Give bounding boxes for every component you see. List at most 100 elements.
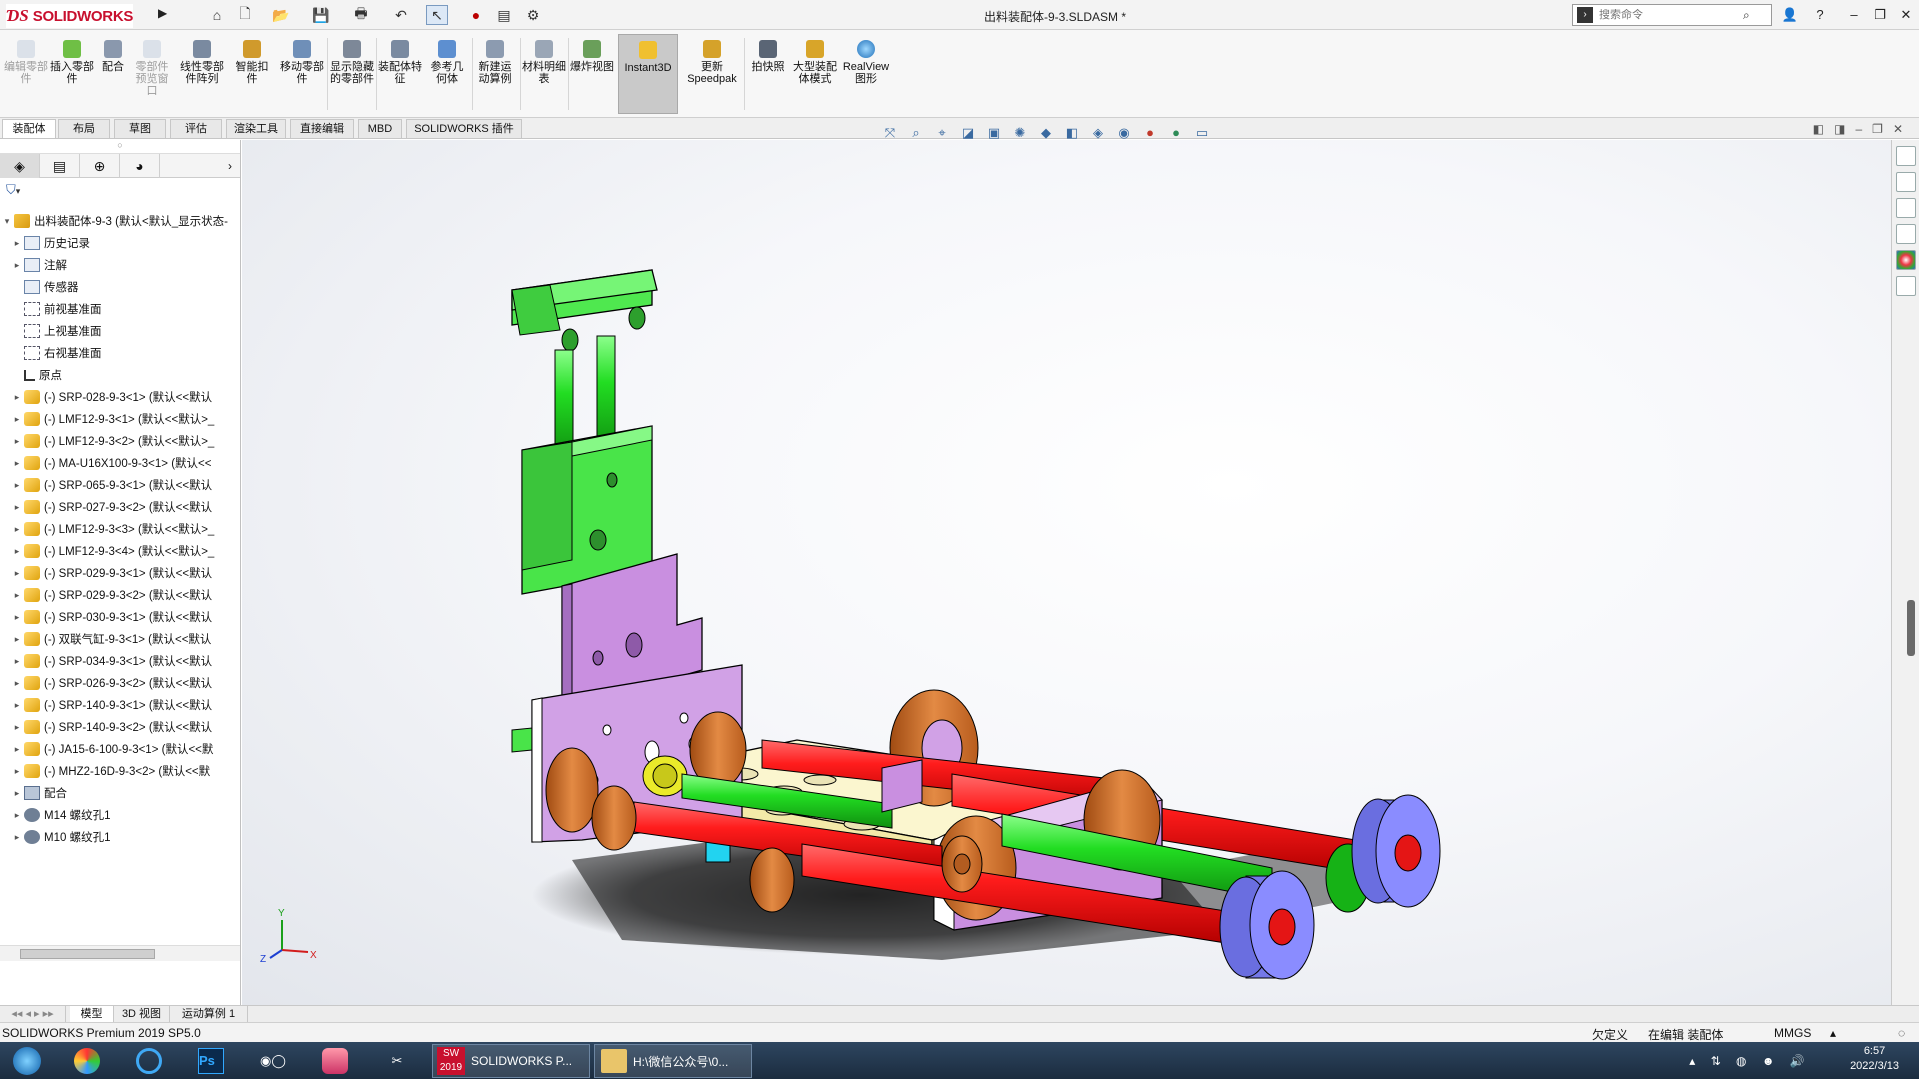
- tree-item-part[interactable]: ▸ (-) SRP-028-9-3<1> (默认<<默认: [0, 386, 240, 408]
- large-assembly-mode-button[interactable]: 大型装配体模式: [792, 34, 838, 114]
- tree-item-part[interactable]: ▸ (-) SRP-030-9-3<1> (默认<<默认: [0, 606, 240, 628]
- restore-icon[interactable]: ❐: [1868, 4, 1892, 26]
- tree-item-hole[interactable]: ▸ M10 螺纹孔1: [0, 826, 240, 848]
- tab-assembly[interactable]: 装配体: [2, 119, 56, 138]
- expand-arrow-icon[interactable]: ▸: [10, 524, 24, 535]
- expand-arrow-icon[interactable]: ▸: [10, 744, 24, 755]
- tree-root-assembly[interactable]: ▾ 出料装配体-9-3 (默认<默认_显示状态-: [0, 210, 240, 232]
- tab-direct-editing[interactable]: 直接编辑: [290, 119, 354, 138]
- tree-item-part[interactable]: ▸ (-) SRP-140-9-3<1> (默认<<默认: [0, 694, 240, 716]
- tab-layout[interactable]: 布局: [58, 119, 110, 138]
- tab-solidworks-addins[interactable]: SOLIDWORKS 插件: [406, 119, 522, 138]
- new-motion-study-button[interactable]: 新建运动算例: [474, 34, 516, 114]
- bill-of-materials-button[interactable]: 材料明细表: [522, 34, 566, 114]
- taskbar-solidworks-app[interactable]: SW 2019 SOLIDWORKS P...: [432, 1044, 590, 1078]
- insert-component-button[interactable]: 插入零部件: [50, 34, 94, 114]
- linear-pattern-button[interactable]: 线性零部件阵列: [176, 34, 228, 114]
- instant3d-button[interactable]: Instant3D: [618, 34, 678, 114]
- mate-button[interactable]: 配合: [96, 34, 130, 114]
- tree-item-part[interactable]: ▸ (-) LMF12-9-3<1> (默认<<默认>_: [0, 408, 240, 430]
- viewport-tile-left-icon[interactable]: ◧: [1813, 122, 1824, 136]
- tab-motion-study[interactable]: 运动算例 1: [170, 1006, 248, 1023]
- expand-arrow-icon[interactable]: ▸: [10, 832, 24, 843]
- search-commands-input[interactable]: [1599, 9, 1739, 21]
- collapse-arrow-icon[interactable]: ▾: [0, 216, 14, 227]
- property-manager-tab-icon[interactable]: ▤: [40, 153, 80, 178]
- exploded-view-button[interactable]: 爆炸视图: [570, 34, 614, 114]
- reference-geometry-button[interactable]: 参考几何体: [426, 34, 468, 114]
- expand-arrow-icon[interactable]: ▸: [10, 590, 24, 601]
- tree-horizontal-scrollbar[interactable]: [0, 945, 240, 961]
- tree-item-part[interactable]: ▸ (-) SRP-029-9-3<1> (默认<<默认: [0, 562, 240, 584]
- panel-splitter-handle[interactable]: ○: [0, 140, 240, 154]
- tree-item-part[interactable]: ▸ (-) MA-U16X100-9-3<1> (默认<<: [0, 452, 240, 474]
- appearances-icon[interactable]: [1895, 250, 1916, 270]
- expand-arrow-icon[interactable]: ▸: [10, 480, 24, 491]
- tab-mbd[interactable]: MBD: [358, 119, 402, 138]
- expand-arrow-icon[interactable]: ▸: [10, 766, 24, 777]
- tree-item-part[interactable]: ▸ (-) LMF12-9-3<2> (默认<<默认>_: [0, 430, 240, 452]
- tree-item-part[interactable]: ▸ (-) SRP-027-9-3<2> (默认<<默认: [0, 496, 240, 518]
- viewport-restore-icon[interactable]: ❐: [1872, 122, 1883, 136]
- expand-arrow-icon[interactable]: ▸: [10, 788, 24, 799]
- tree-item-mate[interactable]: ▸ 配合: [0, 782, 240, 804]
- expand-arrow-icon[interactable]: ▸: [10, 678, 24, 689]
- expand-arrow-icon[interactable]: ▸: [10, 502, 24, 513]
- smart-fasteners-button[interactable]: 智能扣件: [232, 34, 272, 114]
- print-icon[interactable]: 🖶: [348, 5, 374, 25]
- help-icon[interactable]: ?: [1808, 4, 1832, 26]
- tree-item-folder[interactable]: ▸ 注解: [0, 254, 240, 276]
- display-manager-tab-icon[interactable]: ◕: [120, 153, 160, 178]
- search-icon[interactable]: ⌕: [1743, 8, 1750, 23]
- snipping-tool-icon[interactable]: ✂: [372, 1045, 422, 1077]
- tab-scroll-arrows[interactable]: ◂◂ ◂ ▸ ▸▸: [0, 1006, 66, 1023]
- custom-properties-icon[interactable]: [1895, 276, 1916, 296]
- units-selector[interactable]: MMGS: [1774, 1026, 1811, 1040]
- user-icon[interactable]: 👤: [1778, 4, 1802, 26]
- tree-item-part[interactable]: ▸ (-) LMF12-9-3<3> (默认<<默认>_: [0, 518, 240, 540]
- component-preview-button[interactable]: 零部件预览窗口: [132, 34, 172, 114]
- expand-arrow-icon[interactable]: ▸: [10, 238, 24, 249]
- viewport-tile-right-icon[interactable]: ◨: [1834, 122, 1845, 136]
- tree-item-part[interactable]: ▸ (-) SRP-140-9-3<2> (默认<<默认: [0, 716, 240, 738]
- tree-item-plane[interactable]: 右视基准面: [0, 342, 240, 364]
- minimize-icon[interactable]: –: [1842, 4, 1866, 26]
- tree-item-part[interactable]: ▸ (-) MHZ2-16D-9-3<2> (默认<<默: [0, 760, 240, 782]
- file-properties-icon[interactable]: ▤: [494, 5, 514, 25]
- tree-item-part[interactable]: ▸ (-) LMF12-9-3<4> (默认<<默认>_: [0, 540, 240, 562]
- save-icon[interactable]: 💾: [308, 5, 334, 25]
- tree-item-plane[interactable]: 前视基准面: [0, 298, 240, 320]
- yellow-lock-nut[interactable]: [642, 755, 688, 797]
- tab-3d-view[interactable]: 3D 视图: [114, 1006, 170, 1023]
- browser-icon[interactable]: [124, 1045, 174, 1077]
- design-library-icon[interactable]: [1895, 172, 1916, 192]
- expand-arrow-icon[interactable]: ▸: [10, 700, 24, 711]
- home-icon[interactable]: ⌂: [206, 5, 228, 25]
- edit-component-button[interactable]: 编辑零部件: [4, 34, 48, 114]
- solidworks-resources-icon[interactable]: [1895, 146, 1916, 166]
- tab-evaluate[interactable]: 评估: [170, 119, 222, 138]
- cloud-app-icon[interactable]: [62, 1045, 112, 1077]
- select-icon[interactable]: ↖: [426, 5, 448, 25]
- status-icon[interactable]: ◌: [1898, 1026, 1905, 1040]
- units-arrow-icon[interactable]: ▴: [1830, 1026, 1836, 1040]
- tab-render-tools[interactable]: 渲染工具: [226, 119, 286, 138]
- solidworks-logo[interactable]: ƊS SOLIDWORKS: [6, 4, 133, 28]
- photoshop-icon[interactable]: Ps: [186, 1045, 236, 1077]
- graphics-area[interactable]: Y X Z: [242, 140, 1891, 1005]
- viewport-close-icon[interactable]: ✕: [1893, 122, 1903, 136]
- tree-item-folder[interactable]: 传感器: [0, 276, 240, 298]
- update-speedpak-button[interactable]: 更新Speedpak: [684, 34, 740, 114]
- tree-item-plane[interactable]: 上视基准面: [0, 320, 240, 342]
- media-app-icon[interactable]: [310, 1045, 360, 1077]
- tree-item-folder[interactable]: ▸ 历史记录: [0, 232, 240, 254]
- expand-arrow-icon[interactable]: ▸: [10, 392, 24, 403]
- tab-model[interactable]: 模型: [70, 1006, 114, 1023]
- start-button-icon[interactable]: [2, 1045, 52, 1077]
- expand-arrow-icon[interactable]: ▸: [10, 414, 24, 425]
- expand-arrow-icon[interactable]: ▸: [10, 612, 24, 623]
- screen-recorder-icon[interactable]: ◉◯: [248, 1045, 298, 1077]
- rebuild-icon[interactable]: ●: [468, 5, 484, 25]
- tree-item-part[interactable]: ▸ (-) SRP-029-9-3<2> (默认<<默认: [0, 584, 240, 606]
- undo-icon[interactable]: ↶: [388, 5, 414, 25]
